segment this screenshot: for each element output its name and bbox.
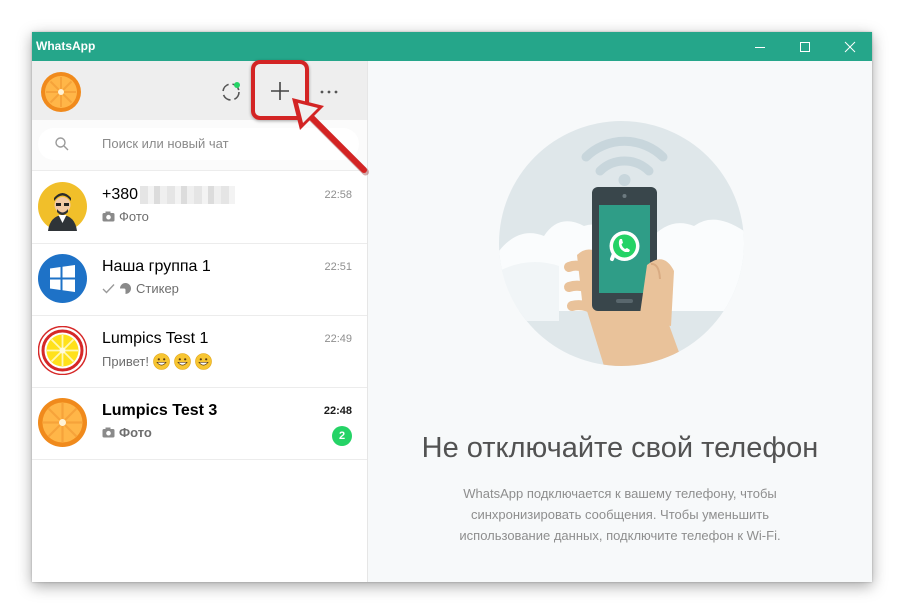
chat-preview-text: Привет! <box>102 354 149 369</box>
unread-badge: 2 <box>332 426 352 446</box>
chat-name: Lumpics Test 1 <box>102 330 209 347</box>
chat-preview: Фото <box>102 425 152 440</box>
my-avatar[interactable] <box>41 72 81 112</box>
chat-preview-text: Фото <box>119 425 152 440</box>
chat-preview: Фото <box>102 209 149 224</box>
status-icon <box>222 82 240 101</box>
close-icon <box>844 41 855 52</box>
chat-preview: Стикер <box>102 281 179 296</box>
chat-list-item[interactable]: Lumpics Test 1 22:49 Привет! <box>32 315 367 388</box>
orange-avatar <box>38 398 87 447</box>
chat-preview-text: Фото <box>119 209 149 224</box>
check-icon <box>102 284 115 294</box>
search-icon <box>55 137 69 151</box>
grinning-emoji-icon <box>153 353 170 370</box>
close-button[interactable] <box>827 32 872 61</box>
whatsapp-window: WhatsApp Поиск или новый чат +380 22:58 … <box>32 32 872 582</box>
main-panel: Не отключайте свой телефон WhatsApp подк… <box>368 61 872 582</box>
chat-time: 22:51 <box>324 261 352 273</box>
contact-avatar <box>38 182 87 231</box>
grinning-emoji-icon <box>195 353 212 370</box>
chat-list-item[interactable]: +380 22:58 Фото <box>32 171 367 244</box>
sticker-icon <box>120 283 131 294</box>
window-title: WhatsApp <box>36 39 96 53</box>
chat-time: 22:58 <box>324 189 352 201</box>
search-placeholder: Поиск или новый чат <box>102 136 229 151</box>
grinning-emoji-icon <box>174 353 191 370</box>
chat-preview: Привет! <box>102 353 212 370</box>
camera-icon <box>102 211 115 222</box>
phone-connection-illustration <box>499 121 744 366</box>
chat-name: Lumpics Test 3 <box>102 402 218 419</box>
maximize-icon <box>799 41 810 52</box>
chat-list-item[interactable]: Наша группа 1 22:51 Стикер <box>32 243 367 316</box>
status-button[interactable] <box>218 78 244 104</box>
chat-preview-text: Стикер <box>136 281 179 296</box>
chat-name: +380 <box>102 186 139 204</box>
camera-icon <box>102 427 115 438</box>
main-title: Не отключайте свой телефон <box>421 432 819 464</box>
redacted-number <box>140 186 236 204</box>
title-bar: WhatsApp <box>32 32 872 61</box>
minimize-icon <box>754 46 765 48</box>
windows-logo-avatar <box>38 254 87 303</box>
minimize-button[interactable] <box>737 32 782 61</box>
chat-list-item[interactable]: Lumpics Test 3 22:48 Фото 2 <box>32 387 367 460</box>
chat-name: Наша группа 1 <box>102 258 211 275</box>
annotation-arrow-icon <box>292 98 369 176</box>
chat-time: 22:48 <box>323 405 352 417</box>
chat-time: 22:49 <box>324 333 352 345</box>
main-description: WhatsApp подключается к вашему телефону,… <box>459 486 781 543</box>
maximize-button[interactable] <box>782 32 827 61</box>
lemon-avatar <box>38 326 87 375</box>
